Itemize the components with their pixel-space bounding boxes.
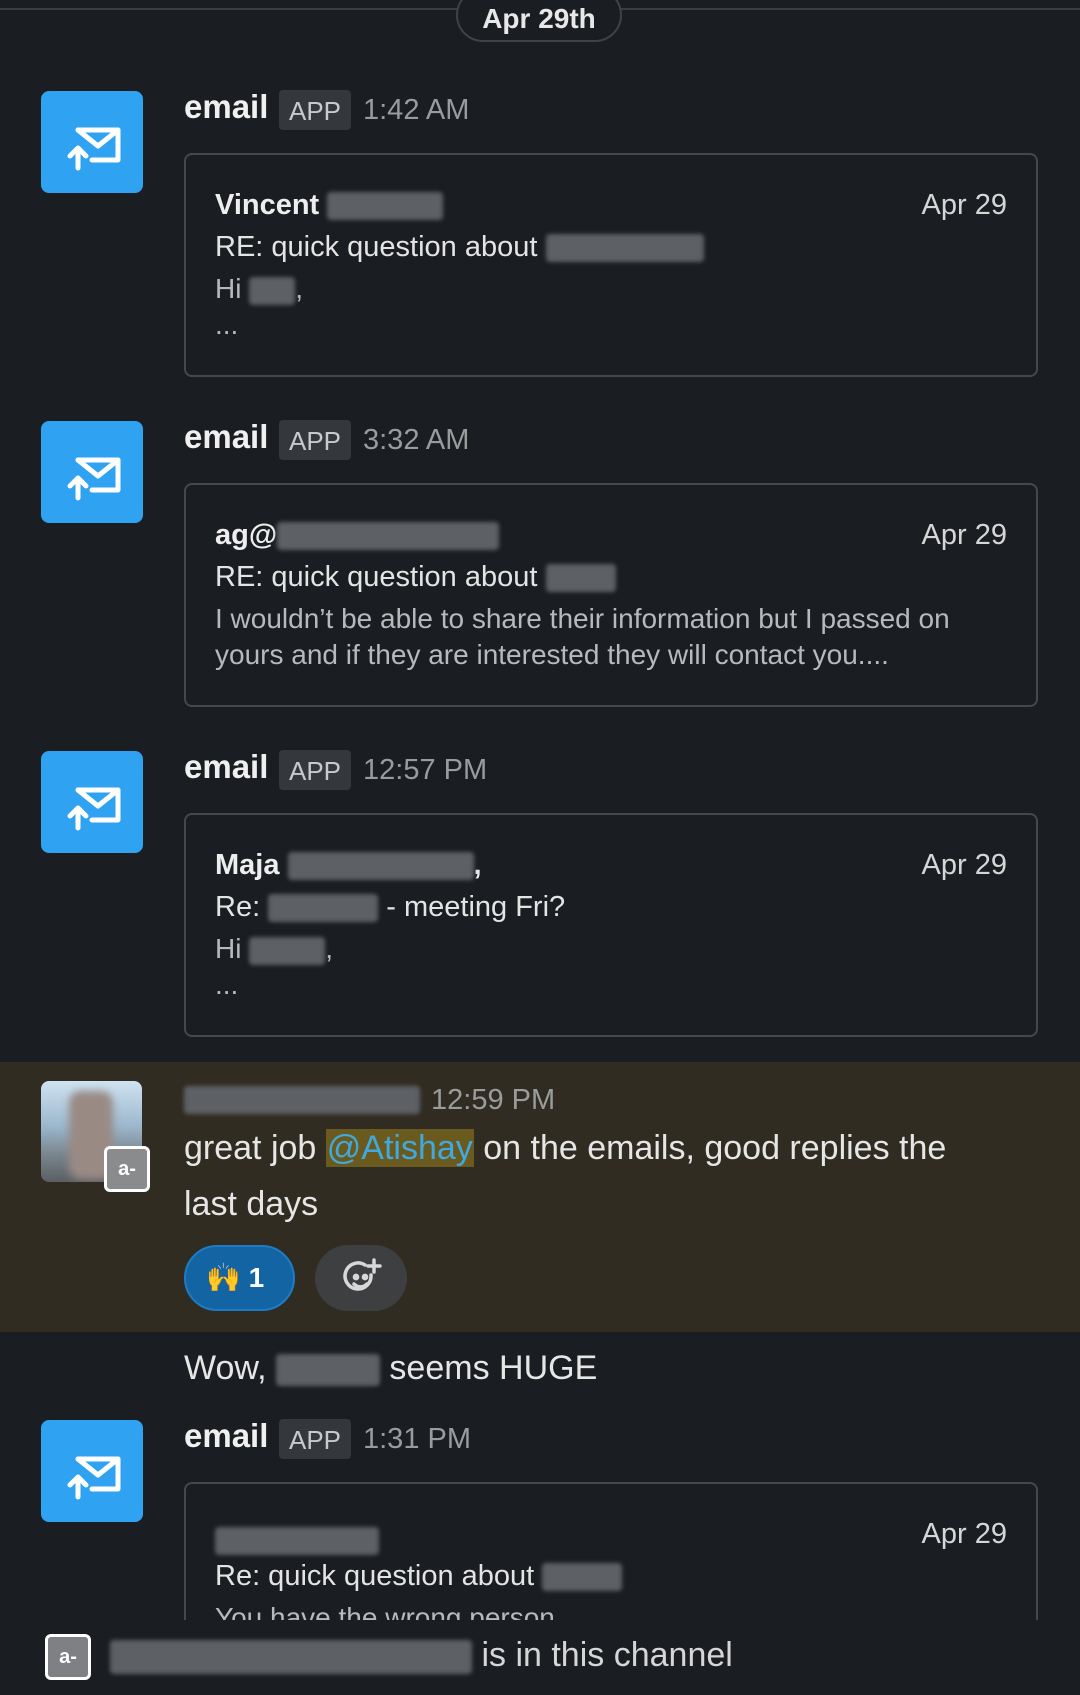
user-badge: a-: [45, 1634, 91, 1680]
sender-name[interactable]: email: [184, 748, 268, 786]
email-upload-icon: [67, 127, 121, 171]
channel-member-notice: is in this channel: [110, 1636, 733, 1675]
redacted-text: [287, 852, 474, 881]
sender-name[interactable]: email: [184, 88, 268, 126]
email-upload-icon: [67, 1456, 121, 1500]
email-date: Apr 29: [921, 849, 1007, 881]
app-avatar[interactable]: [41, 421, 143, 523]
message-time[interactable]: 12:57 PM: [363, 754, 487, 787]
message-time[interactable]: 3:32 AM: [363, 424, 469, 457]
app-badge: APP: [279, 1419, 351, 1459]
date-divider[interactable]: Apr 29th: [456, 0, 622, 42]
email-subject: Re: - meeting Fri?: [215, 891, 566, 923]
email-subject: RE: quick question about: [215, 561, 616, 594]
email-preview: Hi ,...: [215, 273, 304, 340]
redacted-text: [184, 1086, 420, 1114]
email-from: Maja ,: [215, 849, 482, 881]
sender-name[interactable]: [184, 1086, 420, 1114]
user-mention[interactable]: @Atishay: [325, 1129, 474, 1167]
redacted-text: [545, 234, 704, 263]
sender-name[interactable]: email: [184, 1417, 268, 1455]
email-date: Apr 29: [921, 519, 1007, 551]
sender-name[interactable]: email: [184, 418, 268, 456]
redacted-text: [542, 1563, 623, 1592]
reaction-count: 1: [248, 1262, 265, 1293]
email-card[interactable]: ag@ Apr 29 RE: quick question about I wo…: [184, 483, 1038, 707]
reaction-button[interactable]: 🙌 1: [184, 1245, 295, 1311]
email-from: ag@: [215, 519, 500, 552]
email-subject: Re: quick question about: [215, 1560, 623, 1593]
message-time[interactable]: 12:59 PM: [431, 1084, 555, 1117]
email-subject: RE: quick question about: [215, 231, 704, 264]
redacted-text: [215, 1527, 379, 1556]
redacted-text: [268, 894, 379, 923]
redacted-text: [545, 564, 616, 593]
redacted-text: [327, 192, 444, 221]
email-preview: Hi ,...: [215, 933, 334, 1000]
app-badge: APP: [279, 420, 351, 460]
email-card[interactable]: Maja , Apr 29 Re: - meeting Fri? Hi ,...: [184, 813, 1038, 1037]
app-avatar[interactable]: [41, 751, 143, 853]
email-from: Vincent: [215, 189, 444, 222]
app-avatar[interactable]: [41, 1420, 143, 1522]
redacted-text: [249, 276, 296, 305]
app-badge: APP: [279, 750, 351, 790]
add-reaction-button[interactable]: [315, 1245, 407, 1311]
email-card[interactable]: Vincent Apr 29 RE: quick question about …: [184, 153, 1038, 377]
app-badge: APP: [279, 90, 351, 130]
raised-hands-emoji: 🙌: [206, 1262, 241, 1293]
message-text: great job @Atishay on the emails, good r…: [184, 1129, 947, 1223]
message-time[interactable]: 1:31 PM: [363, 1423, 471, 1456]
redacted-text: [249, 936, 326, 965]
email-date: Apr 29: [921, 1518, 1007, 1550]
email-upload-icon: [67, 787, 121, 831]
message-text: Wow, seems HUGE: [184, 1349, 598, 1387]
redacted-text: [275, 1354, 380, 1387]
redacted-text: [110, 1640, 472, 1675]
message-time[interactable]: 1:42 AM: [363, 94, 469, 127]
email-upload-icon: [67, 457, 121, 501]
email-preview: I wouldn’t be able to share their inform…: [215, 603, 950, 670]
user-badge: a-: [104, 1146, 150, 1192]
redacted-text: [277, 522, 500, 551]
app-avatar[interactable]: [41, 91, 143, 193]
email-from: [215, 1524, 379, 1557]
add-reaction-icon: [343, 1258, 382, 1291]
email-date: Apr 29: [921, 189, 1007, 221]
